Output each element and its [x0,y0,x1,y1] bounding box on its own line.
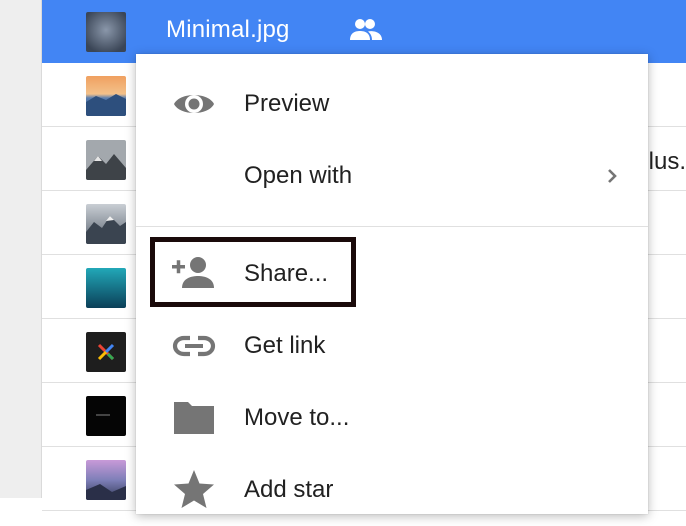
link-icon [170,322,218,370]
file-thumbnail [86,204,126,244]
menu-item-label: Get link [244,332,326,359]
menu-divider [136,226,648,227]
file-thumbnail [86,460,126,500]
chevron-right-icon [606,166,620,186]
left-gutter [0,0,42,498]
file-thumbnail [86,76,126,116]
menu-item-label: Preview [244,90,330,117]
menu-item-add-star[interactable]: Add star [136,454,648,526]
people-icon [348,18,384,42]
file-name: Minimal.jpg [166,16,290,43]
menu-item-preview[interactable]: Preview [136,68,648,140]
file-thumbnail [86,12,126,52]
file-name-truncated: lus. [648,148,686,175]
menu-item-open-with[interactable]: Open with [136,140,648,212]
file-thumbnail [86,332,126,372]
folder-icon [170,394,218,442]
file-thumbnail [86,396,126,436]
menu-item-label: Open with [244,162,353,189]
highlight-box [150,237,356,307]
menu-item-label: Add star [244,476,334,503]
star-icon [170,466,218,514]
menu-item-get-link[interactable]: Get link [136,310,648,382]
menu-item-label: Move to... [244,404,350,431]
eye-icon [170,80,218,128]
file-thumbnail [86,268,126,308]
menu-item-move-to[interactable]: Move to... [136,382,648,454]
file-thumbnail [86,140,126,180]
